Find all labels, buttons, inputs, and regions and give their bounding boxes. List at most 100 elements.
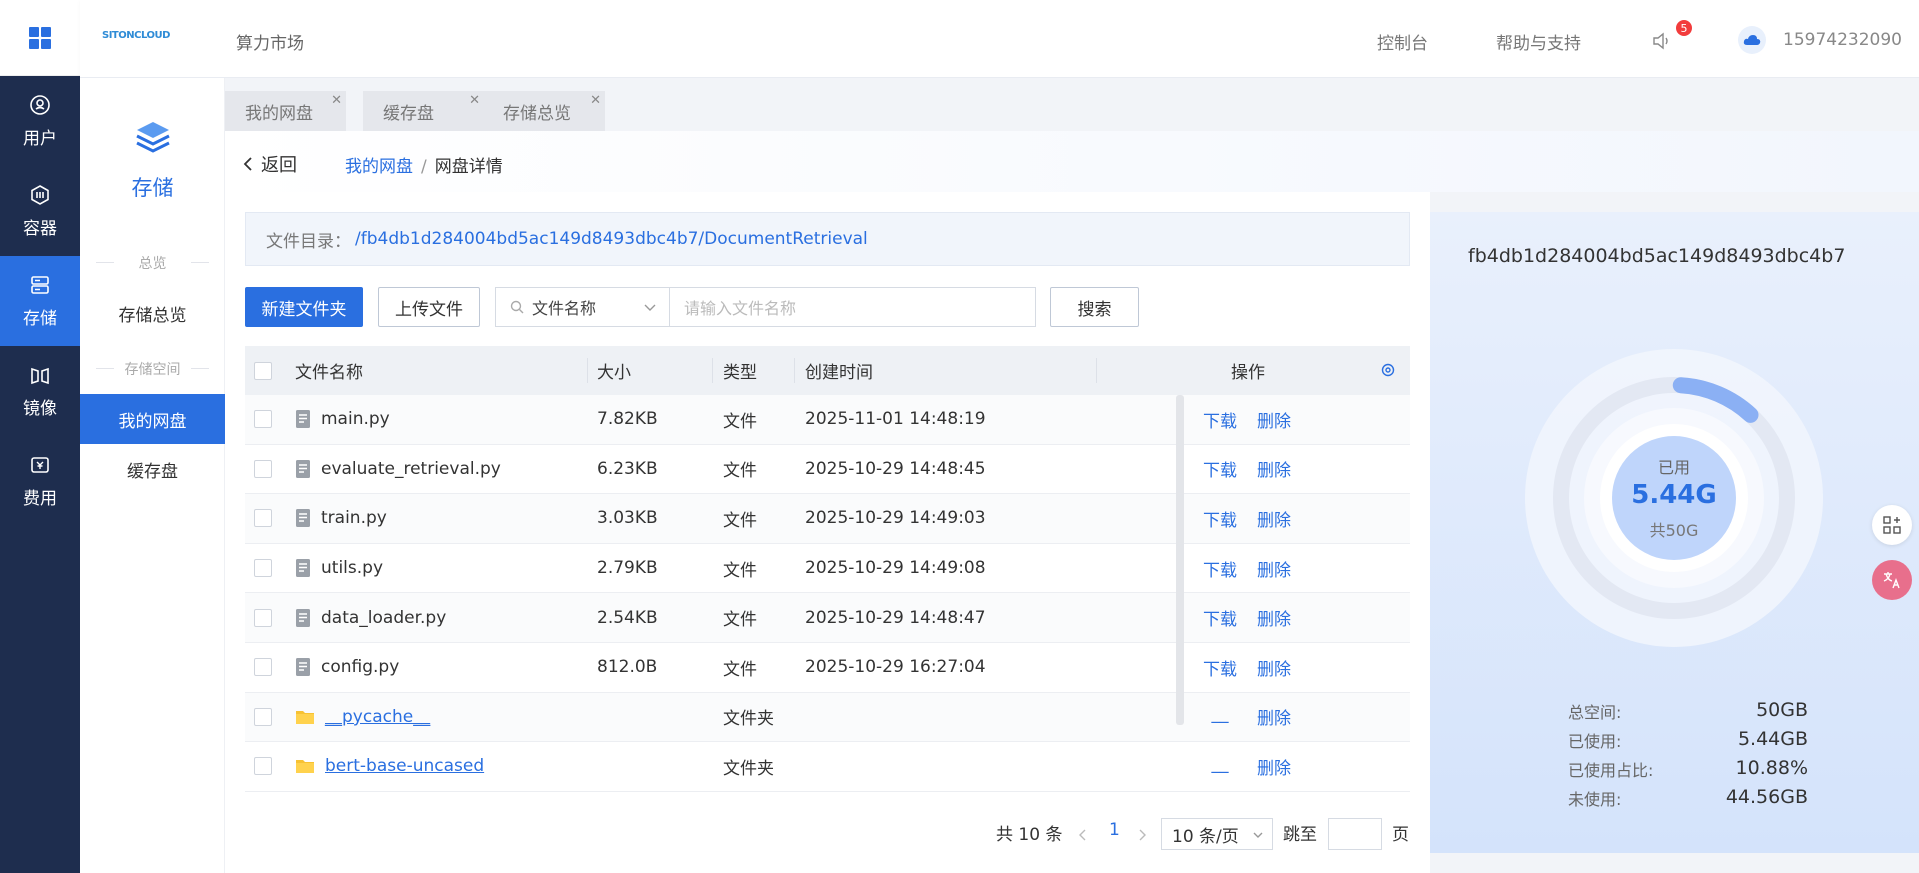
select-all-checkbox[interactable] xyxy=(254,361,272,380)
delete-link[interactable]: 删除 xyxy=(1257,605,1291,630)
breadcrumb-parent-link[interactable]: 我的网盘 xyxy=(345,157,413,177)
search-button[interactable]: 搜索 xyxy=(1050,287,1139,327)
download-link[interactable]: 下载 xyxy=(1203,655,1237,680)
delete-link[interactable]: 删除 xyxy=(1257,556,1291,581)
file-size: 812.0B xyxy=(597,657,658,678)
delete-link[interactable]: 删除 xyxy=(1257,655,1291,680)
brand-logo[interactable]: SITONCLOUD xyxy=(102,30,170,41)
close-icon[interactable]: ✕ xyxy=(590,93,601,108)
row-checkbox[interactable] xyxy=(254,707,272,726)
file-type: 文件 xyxy=(723,510,757,531)
folder-link[interactable]: bert-base-uncased xyxy=(325,756,484,776)
chevron-right-icon[interactable] xyxy=(1137,828,1147,842)
rail-item-label: 镜像 xyxy=(23,398,57,419)
file-panel: 文件目录： /fb4db1d284004bd5ac149d8493dbc4b7/… xyxy=(225,192,1430,873)
tab-cache[interactable]: 缓存盘 ✕ xyxy=(363,91,484,131)
chevron-left-icon[interactable] xyxy=(1078,828,1088,842)
download-link[interactable]: 下载 xyxy=(1203,506,1237,531)
nav-help-link[interactable]: 帮助与支持 xyxy=(1496,29,1581,54)
app-menu-button[interactable] xyxy=(0,0,80,76)
row-actions: __ 删除 xyxy=(1203,754,1292,779)
search-input[interactable]: 请输入文件名称 xyxy=(670,287,1036,327)
row-checkbox[interactable] xyxy=(254,757,272,776)
table-row[interactable]: __pycache__ 文件夹 __ 删除 xyxy=(245,692,1410,743)
download-link[interactable]: __ xyxy=(1203,754,1237,779)
row-checkbox[interactable] xyxy=(254,658,272,677)
table-header: 文件名称 大小 类型 创建时间 操作 xyxy=(245,346,1410,395)
table-row[interactable]: train.py 3.03KB 文件 2025-10-29 14:49:03 下载 删除 xyxy=(245,494,1410,544)
table-row[interactable]: evaluate_retrieval.py 6.23KB 文件 2025-10-29 … xyxy=(245,445,1410,495)
file-icon xyxy=(296,608,310,627)
table-row[interactable]: main.py 7.82KB 文件 2025-11-01 14:48:19 下载 删除 xyxy=(245,395,1410,445)
subnav-item-netdisk[interactable]: 我的网盘 xyxy=(80,394,225,444)
stat-label: 未使用: xyxy=(1568,790,1622,809)
download-link[interactable]: __ xyxy=(1203,704,1237,729)
table-row[interactable]: config.py 812.0B 文件 2025-10-29 16:27:04 下载 删除 xyxy=(245,643,1410,693)
table-row[interactable]: bert-base-uncased 文件夹 __ 删除 xyxy=(245,742,1410,792)
page-number-current[interactable]: 1 xyxy=(1109,820,1120,840)
translate-float-button[interactable] xyxy=(1872,560,1912,600)
download-link[interactable]: 下载 xyxy=(1203,407,1237,432)
table-scrollbar[interactable] xyxy=(1176,395,1184,725)
directory-bar: 文件目录： /fb4db1d284004bd5ac149d8493dbc4b7/… xyxy=(245,212,1410,266)
nav-console-link[interactable]: 控制台 xyxy=(1377,29,1428,54)
jump-page-input[interactable] xyxy=(1328,818,1382,850)
download-link[interactable]: 下载 xyxy=(1203,456,1237,481)
file-created: 2025-10-29 14:49:08 xyxy=(805,558,986,579)
delete-link[interactable]: 删除 xyxy=(1257,754,1291,779)
tab-overview[interactable]: 存储总览 ✕ xyxy=(483,91,605,131)
tab-netdisk[interactable]: 我的网盘 ✕ xyxy=(225,91,346,131)
download-link[interactable]: 下载 xyxy=(1203,605,1237,630)
delete-link[interactable]: 删除 xyxy=(1257,407,1291,432)
select-value: 文件名称 xyxy=(532,299,597,318)
file-icon xyxy=(296,459,310,478)
upload-button[interactable]: 上传文件 xyxy=(378,287,480,327)
row-checkbox[interactable] xyxy=(254,509,272,528)
table-row[interactable]: data_loader.py 2.54KB 文件 2025-10-29 14:48:4… xyxy=(245,593,1410,643)
stat-value: 44.56GB xyxy=(1725,786,1808,808)
column-divider xyxy=(794,358,795,383)
row-checkbox[interactable] xyxy=(254,559,272,578)
back-button[interactable]: 返回 xyxy=(243,151,297,177)
column-settings-icon[interactable] xyxy=(1380,362,1396,378)
download-link[interactable]: 下载 xyxy=(1203,556,1237,581)
apps-float-button[interactable] xyxy=(1872,505,1912,545)
subnav-item-overview[interactable]: 存储总览 xyxy=(80,288,225,338)
row-checkbox[interactable] xyxy=(254,608,272,627)
subnav-item-cache[interactable]: 缓存盘 xyxy=(80,444,225,494)
speaker-icon[interactable] xyxy=(1650,30,1672,52)
new-folder-button[interactable]: 新建文件夹 xyxy=(245,287,363,327)
search-field-select[interactable]: 文件名称 xyxy=(495,287,670,327)
folder-icon xyxy=(296,710,314,724)
avatar[interactable] xyxy=(1738,26,1766,54)
directory-path[interactable]: /fb4db1d284004bd5ac149d8493dbc4b7/Docume… xyxy=(355,229,868,249)
delete-link[interactable]: 删除 xyxy=(1257,506,1291,531)
close-icon[interactable]: ✕ xyxy=(331,93,342,108)
delete-link[interactable]: 删除 xyxy=(1257,704,1291,729)
close-icon[interactable]: ✕ xyxy=(469,93,480,108)
breadcrumb-current: 网盘详情 xyxy=(434,157,503,177)
used-value: 5.44G xyxy=(1631,480,1717,510)
page-suffix: 页 xyxy=(1392,825,1409,845)
user-phone[interactable]: 15974232090 xyxy=(1783,30,1902,50)
file-type: 文件 xyxy=(723,610,757,631)
row-checkbox[interactable] xyxy=(254,410,272,429)
table-row[interactable]: utils.py 2.79KB 文件 2025-10-29 14:49:08 下载 删除 xyxy=(245,544,1410,594)
header-created: 创建时间 xyxy=(805,363,873,383)
rail-item-storage[interactable]: 存储 xyxy=(0,256,80,346)
nav-market-link[interactable]: 算力市场 xyxy=(236,29,304,54)
folder-link[interactable]: __pycache__ xyxy=(325,707,430,727)
rail-item-container[interactable]: 容器 xyxy=(0,166,80,256)
rail-item-user[interactable]: 用户 xyxy=(0,76,80,166)
header-name: 文件名称 xyxy=(295,363,363,383)
page-size-select[interactable]: 10 条/页 xyxy=(1161,818,1273,850)
row-checkbox[interactable] xyxy=(254,459,272,478)
rail-item-image[interactable]: 镜像 xyxy=(0,346,80,436)
row-actions: 下载 删除 xyxy=(1203,655,1291,680)
stat-label: 已使用: xyxy=(1568,732,1622,751)
file-type: 文件 xyxy=(723,461,757,482)
rail-item-billing[interactable]: 费用 xyxy=(0,436,80,526)
breadcrumb-bar: 返回 我的网盘 / 网盘详情 xyxy=(225,131,1919,192)
delete-link[interactable]: 删除 xyxy=(1257,456,1291,481)
row-actions: 下载 删除 xyxy=(1203,456,1291,481)
